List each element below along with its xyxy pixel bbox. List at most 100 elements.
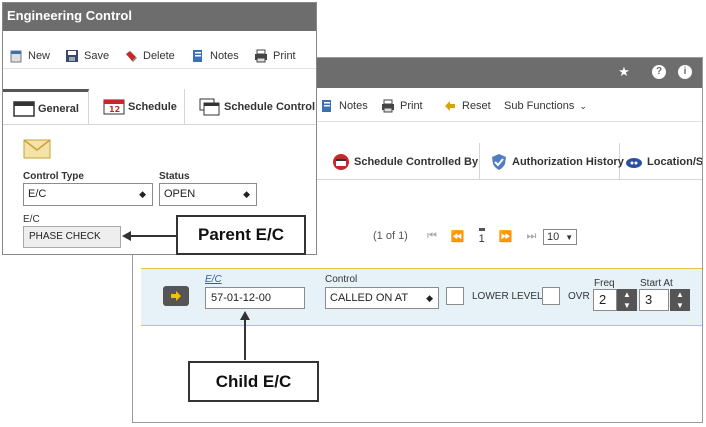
arrow-right-icon (171, 291, 181, 301)
child-ec-input[interactable]: 57-01-12-00 (205, 287, 305, 309)
tab-general[interactable]: General (3, 89, 89, 125)
tab-schedule-controlled-by[interactable]: Schedule Controlled By (328, 143, 480, 180)
page-size-value: 10 (547, 231, 560, 243)
next-page-icon[interactable]: ⏩ (499, 230, 513, 243)
parent-titlebar: Engineering Control (3, 3, 316, 31)
help-icon[interactable]: ? (652, 65, 666, 79)
general-icon (13, 100, 35, 118)
notes-label: Notes (210, 50, 239, 62)
arrow-up-icon[interactable]: ▲ (670, 289, 690, 300)
notes-button[interactable]: Notes (320, 98, 368, 114)
tab-label: Schedule Controlled By (354, 155, 479, 168)
location-icon (625, 153, 643, 171)
freq-label: Freq (594, 278, 615, 289)
tab-schedule-control[interactable]: Schedule Control (185, 89, 316, 125)
caret-down-icon: ▼ (565, 232, 574, 242)
sort-arrows-icon: ◆ (139, 189, 146, 199)
notes-icon (191, 49, 205, 63)
tab-label: General (38, 102, 79, 115)
save-icon (65, 49, 79, 63)
parent-ec-callout-text: Parent E/C (198, 225, 284, 244)
sort-arrows-icon: ◆ (243, 189, 250, 199)
control-type-select[interactable]: E/C ◆ (23, 183, 153, 206)
notes-button[interactable]: Notes (191, 48, 239, 64)
arrow-down-icon[interactable]: ▼ (670, 300, 690, 311)
print-button[interactable]: Print (254, 48, 296, 64)
control-select[interactable]: CALLED ON AT ◆ (325, 287, 439, 309)
delete-icon (124, 49, 138, 63)
tab-schedule[interactable]: 12 Schedule (89, 89, 185, 125)
save-label: Save (84, 50, 110, 62)
parent-ec-label: E/C (23, 214, 40, 225)
ec-label: E/C (205, 274, 222, 285)
reset-icon (443, 99, 457, 113)
parent-tabs: General 12 Schedule Schedule Control (3, 89, 316, 125)
reset-button[interactable]: Reset (443, 98, 491, 114)
tab-authorization-history[interactable]: Authorization History (486, 143, 624, 180)
last-page-icon[interactable]: ⏭ (526, 230, 536, 243)
arrow-up-icon[interactable]: ▲ (617, 289, 637, 300)
info-icon[interactable]: i (678, 65, 692, 79)
notes-icon (320, 99, 334, 113)
star-icon[interactable]: ★ (617, 65, 631, 79)
tab-location-site[interactable]: Location/Sit (621, 143, 703, 180)
control-type-label: Control Type (23, 171, 84, 182)
start-at-label: Start At (640, 278, 673, 289)
tab-label: Schedule Control (224, 101, 316, 113)
pager-range: (1 of 1) (373, 230, 408, 242)
pager-nav: ⏮ ⏪ 1 ⏩ ⏭ (427, 226, 536, 246)
prev-page-icon[interactable]: ⏪ (451, 230, 465, 243)
pager: (1 of 1) (373, 226, 408, 246)
tab-label: Authorization History (512, 155, 624, 168)
ovr-label: OVR (568, 291, 590, 302)
freq-input[interactable]: 2 (593, 289, 617, 311)
start-at-stepper[interactable]: ▲ ▼ (670, 289, 690, 311)
sort-arrows-icon: ◆ (426, 293, 433, 303)
new-label: New (28, 50, 51, 62)
print-button[interactable]: Print (381, 98, 423, 114)
window-title: Engineering Control (7, 8, 132, 23)
parent-ec-input: PHASE CHECK (23, 226, 121, 248)
sub-functions-menu[interactable]: Sub Functions ⌄ (504, 98, 587, 114)
svg-text:12: 12 (109, 105, 120, 114)
control-type-value: E/C (28, 188, 47, 200)
tab-label: Schedule (128, 101, 177, 113)
child-ec-callout: Child E/C (188, 361, 319, 402)
row-expand-button[interactable] (163, 286, 189, 306)
print-label: Print (400, 100, 423, 112)
page-size-select[interactable]: 10 ▼ (543, 229, 578, 245)
status-label: Status (159, 171, 190, 182)
current-page[interactable]: 1 (478, 227, 485, 245)
ovr-checkbox[interactable] (542, 287, 560, 305)
freq-stepper[interactable]: ▲ ▼ (617, 289, 637, 311)
delete-button[interactable]: Delete (124, 48, 175, 64)
arrow-down-icon[interactable]: ▼ (617, 300, 637, 311)
child-ec-callout-text: Child E/C (215, 371, 292, 391)
parent-ec-callout: Parent E/C (176, 215, 306, 255)
envelope-icon (23, 139, 51, 162)
lower-level-checkbox[interactable] (446, 287, 464, 305)
new-button[interactable]: New (9, 48, 50, 64)
start-at-input[interactable]: 3 (639, 289, 669, 311)
notes-label: Notes (339, 100, 368, 112)
schedule-controlled-icon (332, 153, 350, 171)
chevron-down-icon: ⌄ (579, 100, 587, 111)
calendar-icon: 12 (103, 98, 125, 116)
print-icon (381, 99, 395, 113)
reset-label: Reset (462, 100, 491, 112)
parent-toolbar: New Save Delete Notes Print (3, 43, 316, 69)
first-page-icon[interactable]: ⏮ (427, 230, 437, 243)
tab-label: Location/Sit (647, 155, 703, 168)
control-label: Control (325, 274, 358, 285)
save-button[interactable]: Save (65, 48, 109, 64)
new-icon (9, 49, 23, 63)
status-value: OPEN (164, 188, 196, 200)
control-value: CALLED ON AT (330, 292, 409, 304)
shield-check-icon (490, 153, 508, 171)
delete-label: Delete (143, 50, 175, 62)
status-select[interactable]: OPEN ◆ (159, 183, 257, 206)
child-ec-row: E/C 57-01-12-00 Control CALLED ON AT ◆ L… (141, 268, 702, 326)
print-label: Print (273, 50, 296, 62)
schedule-control-icon (199, 98, 221, 116)
print-icon (254, 49, 268, 63)
